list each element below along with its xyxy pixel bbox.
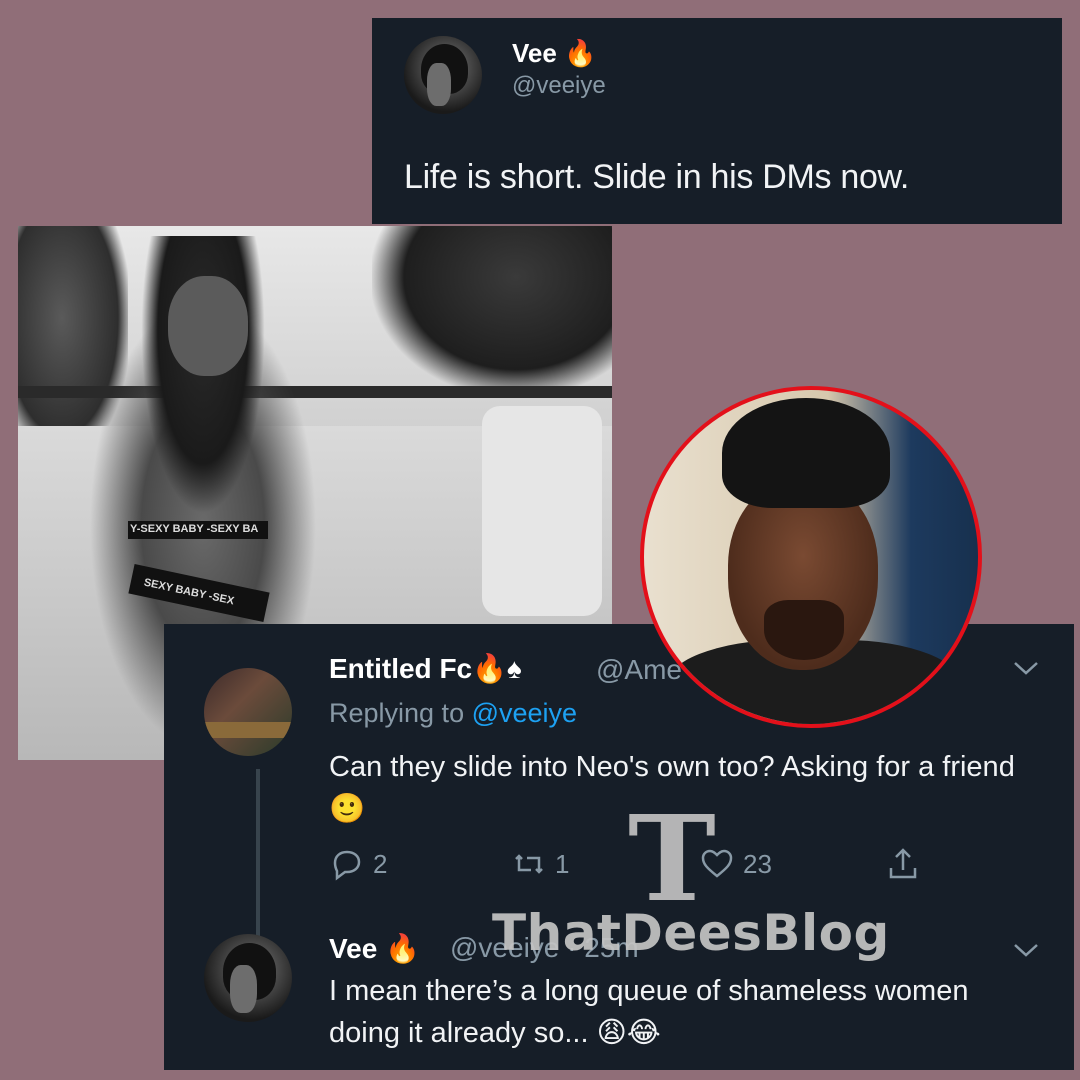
- entitled-fc-avatar[interactable]: [204, 668, 292, 756]
- photo-face: [168, 276, 248, 376]
- tweet-author-handle[interactable]: @veeiye: [512, 72, 606, 100]
- reply1-chevron-down-icon[interactable]: [1012, 654, 1040, 685]
- replying-to-label: Replying to: [329, 698, 465, 728]
- reply-icon: [333, 850, 361, 881]
- portrait-durag: [722, 398, 890, 508]
- watermark-text: ThatDeesBlog: [492, 904, 890, 962]
- reply2-text: I mean there’s a long queue of shameless…: [329, 975, 969, 1049]
- photo-tree-right: [372, 226, 612, 396]
- retweet-count: 1: [555, 848, 570, 879]
- reply-button[interactable]: 2: [329, 846, 387, 882]
- share-button[interactable]: [885, 846, 929, 882]
- reply-count: 2: [373, 848, 388, 879]
- photo-cushion: [482, 406, 602, 616]
- retweet-icon: [515, 854, 543, 874]
- like-count: 23: [743, 848, 772, 879]
- reply2-chevron-down-icon[interactable]: [1012, 936, 1040, 967]
- replying-to-mention[interactable]: @veeiye: [472, 698, 577, 728]
- vee-avatar[interactable]: [404, 36, 482, 114]
- neo-circle-portrait: [640, 386, 982, 728]
- vee-reply-avatar[interactable]: [204, 934, 292, 1022]
- tweet-text: Life is short. Slide in his DMs now.: [404, 158, 910, 196]
- top-tweet-card[interactable]: Vee 🔥 @veeiye Life is short. Slide in hi…: [372, 18, 1062, 224]
- thread-connector-line: [256, 769, 260, 944]
- watermark-logo-letter: T: [628, 789, 716, 928]
- reply1-author-name[interactable]: Entitled Fc🔥♠: [329, 652, 522, 685]
- photo-band-text-top: Y-SEXY BABY -SEXY BA: [130, 523, 259, 535]
- retweet-button[interactable]: 1: [511, 846, 569, 882]
- tweet-author-name[interactable]: Vee 🔥: [512, 38, 596, 69]
- reply2-author-name[interactable]: Vee 🔥: [329, 932, 420, 965]
- portrait-beard: [764, 600, 844, 660]
- share-icon: [889, 848, 917, 879]
- replying-to-line: Replying to @veeiye: [329, 698, 577, 729]
